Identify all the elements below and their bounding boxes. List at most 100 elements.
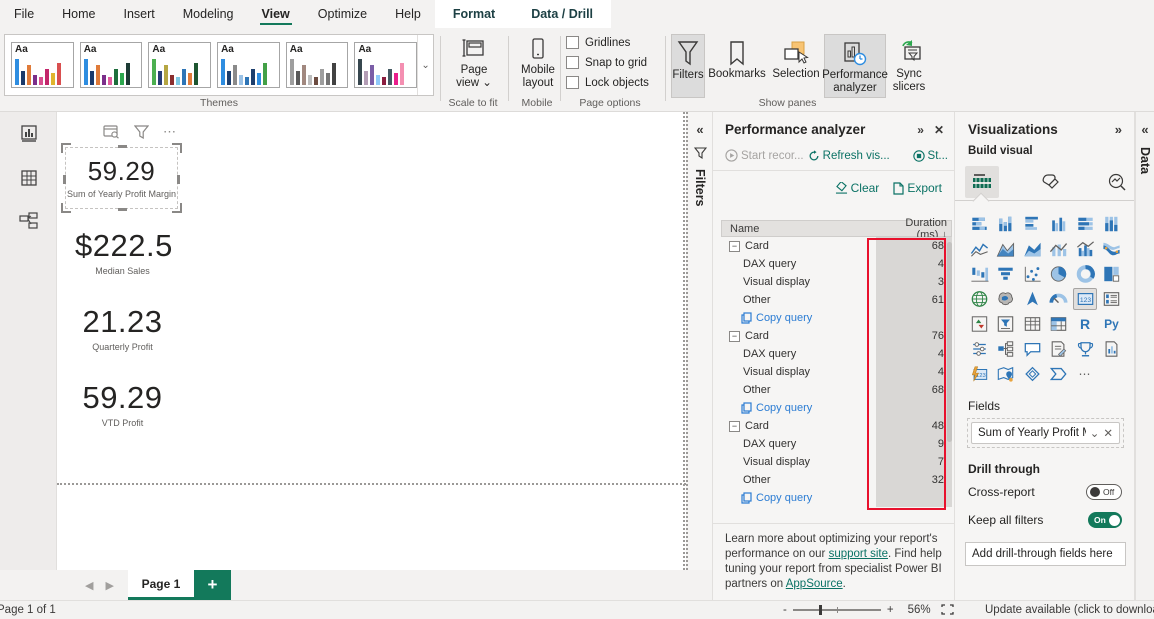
menu-format-tab[interactable]: Format (435, 0, 513, 28)
gauge-icon[interactable] (1047, 288, 1071, 310)
line-and-stacked-column-chart-icon[interactable] (1047, 238, 1071, 260)
collapse-row-icon[interactable]: − (729, 241, 740, 252)
selection-pane-button[interactable]: Selection (769, 34, 823, 98)
perf-table-row[interactable]: DAX query9 (721, 435, 952, 453)
page-tab-page1[interactable]: Page 1 (128, 570, 194, 600)
menu-home[interactable]: Home (48, 0, 109, 28)
kpi-icon[interactable] (967, 313, 991, 335)
selection-handle[interactable] (177, 175, 180, 184)
more-options-icon[interactable]: ⋯ (163, 124, 177, 140)
perf-table-row[interactable]: Visual display3 (721, 273, 952, 291)
keep-all-filters-toggle[interactable]: On (1088, 512, 1122, 528)
stacked-bar-chart-icon[interactable] (967, 213, 991, 235)
report-view-button[interactable] (0, 112, 57, 156)
filters-strip-label[interactable]: Filters (693, 169, 707, 207)
table-icon[interactable] (1020, 313, 1044, 335)
clustered-column-chart-icon[interactable] (1047, 213, 1071, 235)
field-dropdown-icon[interactable]: ⌄ (1090, 426, 1100, 440)
r-script-visual-icon[interactable]: R (1073, 313, 1097, 335)
perf-table-row[interactable]: Other61 (721, 291, 952, 309)
selection-handle[interactable] (118, 145, 127, 148)
gridlines-checkbox[interactable]: Gridlines (566, 36, 649, 49)
expand-data-icon[interactable]: « (1141, 122, 1148, 137)
scatter-chart-icon[interactable] (1020, 263, 1044, 285)
perf-pane-scrollbar[interactable] (947, 242, 952, 442)
smart-narrative-icon[interactable] (1047, 338, 1071, 360)
field-remove-icon[interactable]: ✕ (1103, 426, 1113, 440)
next-page-arrow[interactable]: ▶ (105, 579, 113, 592)
collapse-visualizations-icon[interactable]: » (1115, 122, 1122, 137)
selection-handle[interactable] (118, 208, 127, 211)
field-pill[interactable]: Sum of Yearly Profit M... ⌄ ✕ (971, 422, 1120, 444)
perf-table-row[interactable]: Visual display4 (721, 363, 952, 381)
copy-query-link[interactable]: Copy query (721, 399, 952, 417)
export-button[interactable]: Export (893, 181, 942, 195)
copy-query-link[interactable]: Copy query (721, 309, 952, 327)
card-visual[interactable]: 21.23 Quarterly Profit (75, 304, 170, 352)
collapse-pane-icon[interactable]: » (917, 123, 924, 137)
decomposition-tree-icon[interactable] (994, 338, 1018, 360)
collapse-row-icon[interactable]: − (729, 421, 740, 432)
filters-pane-button[interactable]: Filters (671, 34, 705, 98)
model-view-button[interactable] (0, 200, 57, 244)
area-chart-icon[interactable] (994, 238, 1018, 260)
selection-handle[interactable] (61, 143, 71, 153)
lock-objects-checkbox[interactable]: Lock objects (566, 76, 649, 89)
zoom-in-button[interactable]: + (887, 604, 894, 616)
perf-table-row[interactable]: DAX query4 (721, 345, 952, 363)
menu-file[interactable]: File (0, 0, 48, 28)
card-visual-selected[interactable]: 59.29 Sum of Yearly Profit Margin (65, 147, 178, 209)
metrics-icon[interactable] (1073, 338, 1097, 360)
selection-handle[interactable] (61, 203, 71, 213)
menu-insert[interactable]: Insert (110, 0, 169, 28)
menu-data-drill-tab[interactable]: Data / Drill (513, 0, 611, 28)
zoom-slider[interactable] (793, 609, 881, 611)
add-page-button[interactable]: + (194, 570, 231, 600)
performance-table-header[interactable]: Name Duration (ms) ↓ (721, 220, 952, 237)
perf-table-row[interactable]: Other32 (721, 471, 952, 489)
treemap-icon[interactable] (1100, 263, 1124, 285)
themes-gallery[interactable]: AaAaAaAaAaAa⌄ (4, 34, 434, 96)
power-automate-icon[interactable] (1047, 363, 1071, 385)
perf-table-row[interactable]: −Card68 (721, 237, 952, 255)
theme-thumbnail-1[interactable]: Aa (11, 42, 74, 88)
arcgis-map-icon[interactable] (994, 363, 1018, 385)
name-column-header[interactable]: Name (722, 223, 875, 235)
card-icon[interactable]: 123 (1073, 288, 1097, 310)
perf-table-row[interactable]: −Card48 (721, 417, 952, 435)
perf-table-row[interactable]: Other68 (721, 381, 952, 399)
more-visuals-icon[interactable]: ⋯ (1073, 363, 1097, 385)
update-available-link[interactable]: Update available (click to download (985, 604, 1154, 616)
paginated-report-icon[interactable] (1100, 338, 1124, 360)
themes-gallery-expand-icon[interactable]: ⌄ (417, 35, 433, 95)
menu-help[interactable]: Help (381, 0, 435, 28)
start-recording-button[interactable]: Start recor... (725, 149, 804, 162)
new-slicer-icon[interactable] (967, 338, 991, 360)
mobile-layout-button[interactable]: Mobile layout (514, 34, 562, 90)
menu-modeling[interactable]: Modeling (169, 0, 248, 28)
azure-map-icon[interactable] (1020, 288, 1044, 310)
custom-visual-diamond-icon[interactable] (1020, 363, 1044, 385)
multi-row-card-icon[interactable] (1100, 288, 1124, 310)
slicer-icon[interactable] (994, 313, 1018, 335)
donut-chart-icon[interactable] (1073, 263, 1097, 285)
qa-visual-icon[interactable] (1020, 338, 1044, 360)
card-visual[interactable]: $222.5 Median Sales (75, 228, 170, 276)
expand-filters-icon[interactable]: « (696, 122, 703, 137)
ribbon-chart-icon[interactable] (1100, 238, 1124, 260)
100-stacked-column-chart-icon[interactable] (1100, 213, 1124, 235)
cross-report-toggle[interactable]: Off (1086, 484, 1122, 500)
clustered-bar-chart-icon[interactable] (1020, 213, 1044, 235)
theme-thumbnail-6[interactable]: Aa (354, 42, 417, 88)
bookmarks-pane-button[interactable]: Bookmarks (706, 34, 768, 98)
stacked-column-chart-icon[interactable] (994, 213, 1018, 235)
zoom-percent[interactable]: 56% (908, 604, 931, 616)
perf-table-row[interactable]: −Card76 (721, 327, 952, 345)
menu-view[interactable]: View (248, 0, 304, 28)
theme-thumbnail-4[interactable]: Aa (217, 42, 280, 88)
data-strip-label[interactable]: Data (1138, 147, 1152, 174)
fields-well[interactable]: Sum of Yearly Profit M... ⌄ ✕ (967, 418, 1124, 448)
sync-slicers-pane-button[interactable]: Sync slicers (887, 34, 931, 98)
funnel-chart-icon[interactable] (994, 263, 1018, 285)
table-view-button[interactable] (0, 156, 57, 200)
